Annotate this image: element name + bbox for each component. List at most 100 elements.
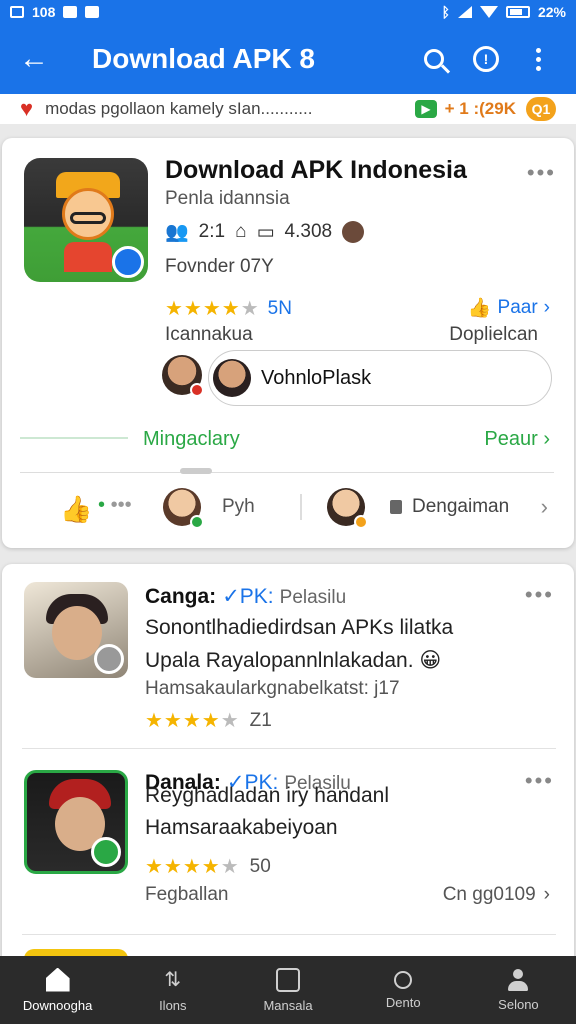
description-line-2: Hamsaraakabeiyoan [145, 816, 338, 839]
search-button[interactable] [408, 37, 460, 81]
online-badge [190, 515, 204, 529]
apps-icon: ⇅ [164, 968, 182, 991]
nav-search[interactable]: Dento [346, 956, 461, 1024]
status-badge [354, 515, 368, 529]
search-icon [424, 49, 444, 69]
home-icon [45, 967, 70, 992]
tag-icon: ▭ [256, 221, 275, 243]
status-bar: 108 ᛒ 22% [0, 0, 576, 24]
avatar [342, 221, 365, 243]
action-row: 👍 • ••• Pyh Dengaiman › [0, 486, 572, 532]
chevron-right-icon: › [543, 297, 550, 318]
app-subtitle: Penla idannsia [165, 188, 290, 209]
promo-text: modas pgollaon kamely sIan........... [45, 99, 313, 118]
app-tag-icon [112, 246, 144, 278]
play-badge: ▶ [415, 100, 437, 118]
bluetooth-icon: ᛒ [441, 4, 450, 20]
image-icon [63, 6, 78, 18]
section-link[interactable]: Peaur › [484, 428, 550, 451]
arrow-left-icon: ← [19, 42, 49, 75]
app-founder: Fovnder 07Y [165, 256, 274, 277]
avatar [213, 359, 251, 397]
more-button[interactable]: ••• [525, 768, 554, 794]
app-badge-icon [94, 644, 124, 674]
app-name: Canga: [145, 585, 217, 608]
description-line-1: Sonontlhadiedirdsan APKs lilatka [145, 616, 454, 639]
rating-value: Z1 [249, 709, 272, 731]
status-dot [190, 383, 204, 397]
rating-value: 50 [249, 855, 271, 877]
footer-link[interactable]: Cn gg0109 › [443, 884, 550, 906]
list-item[interactable]: Danala: ✓PK: Pelasilu ••• Reyghadladan i… [2, 750, 574, 935]
app-list: Canga: ✓PK: Pelasilu ••• Sonontlhadiedir… [2, 564, 574, 964]
back-button[interactable]: ← [12, 37, 56, 81]
footer-link-label: Cn gg0109 [442, 884, 536, 905]
app-title: Download APK Indonesia [165, 156, 467, 184]
section-label[interactable]: Mingaclary [143, 428, 240, 451]
list-item[interactable]: Canga: ✓PK: Pelasilu ••• Sonontlhadiedir… [2, 564, 574, 749]
gallery-icon [10, 6, 24, 18]
status-left-text: 108 [32, 4, 56, 20]
app-badge-icon [91, 837, 121, 867]
divider [20, 472, 554, 473]
like-label: Paar [497, 297, 538, 318]
promo-strip[interactable]: ♥ modas pgollaon kamely sIan........... … [0, 94, 576, 124]
avatar[interactable] [163, 488, 204, 529]
stat-one: 2:1 [198, 221, 226, 242]
more-vert-icon [535, 47, 541, 71]
stat-two: 4.308 [284, 221, 333, 242]
nav-home[interactable]: Downoogha [0, 956, 115, 1024]
download-button[interactable]: ! [460, 37, 512, 81]
chevron-right-icon[interactable]: › [541, 494, 548, 520]
developer-chip[interactable]: VohnloPlask [208, 350, 552, 406]
glasses-shape [70, 212, 106, 224]
description-line-2: Upala Rayalopannlnlakadan. 😀 [145, 649, 442, 672]
nav-apps-label: Ilons [159, 997, 187, 1013]
bottom-navigation: Downoogha ⇅ Ilons Mansala Dento Selono [0, 956, 576, 1024]
app-stats: 👥 2:1 ⌂ ▭ 4.308 [165, 220, 365, 244]
nav-profile-label: Selono [498, 996, 539, 1012]
nav-downloads-label: Mansala [263, 997, 313, 1013]
nav-profile[interactable]: Selono [461, 956, 576, 1024]
publisher: Pelasilu [279, 587, 347, 608]
download-circle-icon: ! [473, 46, 499, 72]
developer-name: VohnloPlask [261, 366, 372, 389]
user-name-two[interactable]: Dengaiman [412, 496, 509, 518]
rating-count: 5N [267, 297, 292, 319]
card-more-button[interactable]: ••• [527, 160, 556, 186]
app-bar: ← Download APK 8 ! [0, 24, 576, 94]
star-rating: ★★★★★ [145, 710, 240, 732]
more-button[interactable]: ••• [525, 582, 554, 608]
developer-avatar[interactable] [162, 355, 204, 397]
like-button[interactable]: 👍 Paar › [468, 296, 550, 320]
download-box-icon [276, 967, 300, 992]
more-options-button[interactable] [512, 37, 564, 81]
drag-handle[interactable] [180, 468, 212, 474]
coin-badge[interactable]: Q1 [526, 97, 556, 121]
wifi-icon [479, 6, 498, 18]
thumbs-up-icon: 👍 [467, 298, 492, 319]
users-icon: 👥 [165, 222, 189, 243]
section-link-label: Peaur [484, 428, 538, 450]
user-name-one[interactable]: Pyh [222, 496, 255, 518]
popular-label: Doplielcan [449, 324, 538, 345]
avatar[interactable] [327, 488, 368, 529]
nav-home-label: Downoogha [22, 997, 93, 1013]
page-title: Download APK 8 [92, 43, 315, 74]
rating-row: ★★★★★ Z1 [145, 708, 272, 733]
verified-label: ✓PK: [222, 585, 274, 608]
meta-text: Hamsakaularkgnabelkatst: j17 [145, 678, 400, 699]
nav-downloads[interactable]: Mansala [230, 956, 345, 1024]
app-icon[interactable] [24, 158, 148, 282]
star-rating: ★★★★★ [145, 856, 240, 878]
dots-indicator: • ••• [98, 494, 132, 516]
nav-apps[interactable]: ⇅ Ilons [115, 956, 230, 1024]
footer-left: Fegballan [145, 884, 229, 905]
section-divider [20, 437, 128, 439]
nav-search-label: Dento [385, 994, 421, 1010]
description-line-1: Reyghadladan iry handanl [145, 784, 390, 807]
rating-row: ★★★★★ 50 [145, 854, 271, 879]
like-icon[interactable]: 👍 [60, 494, 92, 525]
app-icon[interactable] [24, 770, 128, 874]
app-icon[interactable] [24, 582, 128, 678]
